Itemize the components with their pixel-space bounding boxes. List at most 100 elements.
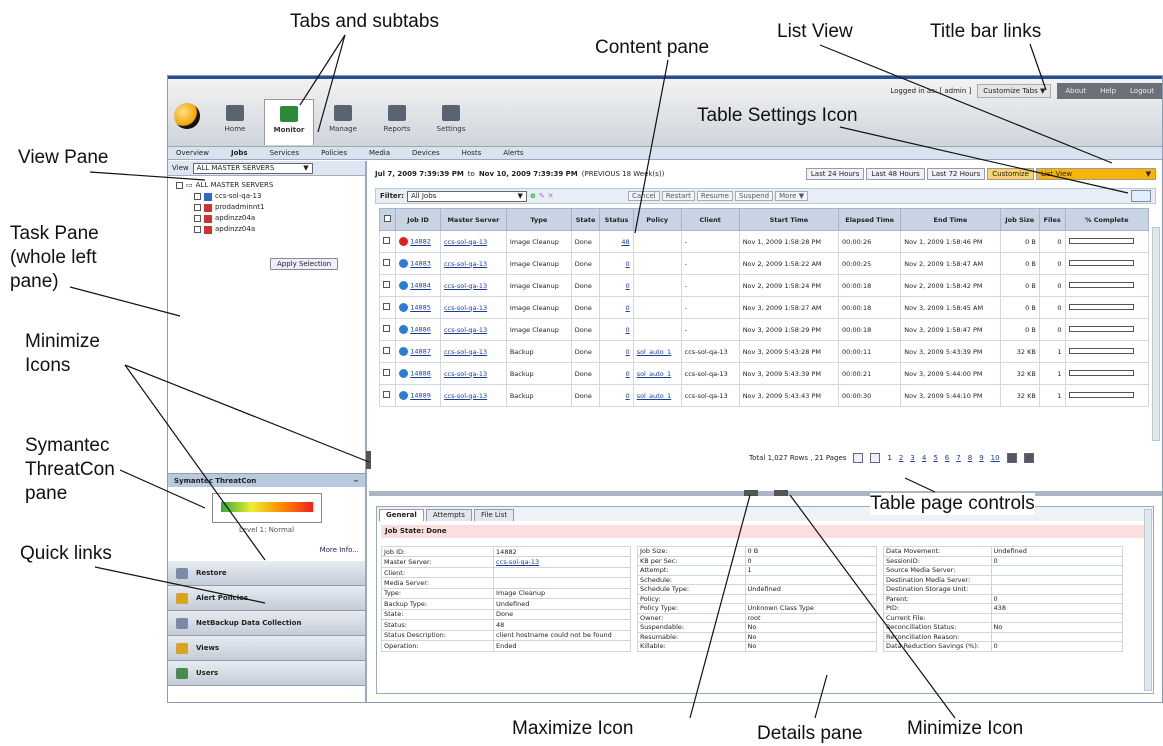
- more-info-link[interactable]: More Info...: [320, 546, 359, 554]
- job-id-link[interactable]: 14883: [410, 260, 431, 268]
- page-link[interactable]: 8: [968, 454, 972, 462]
- tab-home[interactable]: Home: [210, 99, 260, 145]
- first-page-button[interactable]: [853, 453, 864, 463]
- restart-button[interactable]: Restart: [661, 191, 695, 201]
- policy-link[interactable]: sol_auto_1: [637, 348, 671, 356]
- page-link[interactable]: 4: [922, 454, 926, 462]
- job-id-link[interactable]: 14889: [410, 392, 431, 400]
- master-server-link[interactable]: ccs-sol-qa-13: [444, 282, 487, 290]
- resume-button[interactable]: Resume: [696, 191, 733, 201]
- cell-status[interactable]: 0: [599, 252, 634, 275]
- cell-status[interactable]: 0: [599, 318, 634, 341]
- tree-server[interactable]: apdinzz04a: [176, 224, 357, 235]
- subtab-media[interactable]: Media: [369, 149, 390, 157]
- row-checkbox-cell[interactable]: [378, 384, 397, 407]
- page-link[interactable]: 6: [945, 454, 949, 462]
- status-link[interactable]: 0: [626, 260, 630, 268]
- subtab-services[interactable]: Services: [270, 149, 300, 157]
- checkbox[interactable]: [383, 237, 390, 244]
- cell-job-id[interactable]: 14885: [395, 296, 441, 319]
- checkbox[interactable]: [383, 369, 390, 376]
- col-master-server[interactable]: Master Server: [439, 208, 507, 231]
- subtab-overview[interactable]: Overview: [176, 149, 209, 157]
- col-elapsed-time[interactable]: Elapsed Time: [838, 208, 902, 231]
- status-link[interactable]: 0: [626, 348, 630, 356]
- cell-master-server[interactable]: ccs-sol-qa-13: [439, 384, 507, 407]
- cell-policy[interactable]: [632, 230, 682, 253]
- tab-settings[interactable]: Settings: [426, 99, 476, 145]
- checkbox[interactable]: [383, 259, 390, 266]
- page-link[interactable]: 7: [956, 454, 960, 462]
- job-id-link[interactable]: 14887: [410, 348, 431, 356]
- row-checkbox-cell[interactable]: [378, 296, 397, 319]
- checkbox[interactable]: [194, 204, 201, 211]
- col-percent-complete[interactable]: % Complete: [1064, 208, 1150, 231]
- range-24h-button[interactable]: Last 24 Hours: [805, 168, 865, 180]
- tab-reports[interactable]: Reports: [372, 99, 422, 145]
- cell-master-server[interactable]: ccs-sol-qa-13: [439, 274, 507, 297]
- subtab-jobs[interactable]: Jobs: [231, 149, 248, 157]
- quick-link-alert-policies[interactable]: Alert Policies: [168, 586, 365, 611]
- cell-status[interactable]: 0: [599, 296, 634, 319]
- cell-job-id[interactable]: 14886: [395, 318, 441, 341]
- tree-server[interactable]: apdinzz04a: [176, 213, 357, 224]
- col-start-time[interactable]: Start Time: [738, 208, 840, 231]
- more-button[interactable]: More ▼: [775, 191, 809, 201]
- cell-job-id[interactable]: 14887: [395, 340, 441, 363]
- policy-link[interactable]: sol_auto_1: [637, 392, 671, 400]
- status-link[interactable]: 0: [626, 392, 630, 400]
- cell-master-server[interactable]: ccs-sol-qa-13: [439, 318, 507, 341]
- table-row[interactable]: 14889 ccs-sol-qa-13 Backup Done 0 sol_auto_1 c…: [378, 384, 1150, 407]
- tab-general[interactable]: General: [379, 509, 424, 521]
- filter-select[interactable]: All Jobs ▼: [406, 190, 527, 202]
- checkbox[interactable]: [176, 182, 183, 189]
- cell-policy[interactable]: [632, 318, 682, 341]
- details-scrollbar[interactable]: [1144, 509, 1152, 691]
- col-end-time[interactable]: End Time: [900, 208, 1001, 231]
- master-server-link[interactable]: ccs-sol-qa-13: [444, 238, 487, 246]
- status-link[interactable]: 48: [621, 238, 629, 246]
- checkbox[interactable]: [384, 215, 392, 222]
- range-72h-button[interactable]: Last 72 Hours: [926, 168, 986, 180]
- row-checkbox-cell[interactable]: [378, 362, 397, 385]
- table-row[interactable]: 14883 ccs-sol-qa-13 Image Cleanup Done 0- Nov…: [378, 252, 1150, 275]
- cell-policy[interactable]: [632, 296, 682, 319]
- page-link[interactable]: 10: [991, 454, 1000, 462]
- col-state[interactable]: State: [570, 208, 601, 231]
- row-checkbox-cell[interactable]: [378, 230, 397, 253]
- about-link[interactable]: About: [1065, 87, 1086, 95]
- table-scrollbar[interactable]: [1152, 227, 1160, 441]
- policy-link[interactable]: sol_auto_1: [637, 370, 671, 378]
- status-link[interactable]: 0: [626, 304, 630, 312]
- page-link[interactable]: 5: [933, 454, 937, 462]
- maximize-icon[interactable]: [744, 490, 758, 496]
- cell-job-id[interactable]: 14884: [395, 274, 441, 297]
- prev-page-button[interactable]: [870, 453, 881, 463]
- cell-job-id[interactable]: 14888: [395, 362, 441, 385]
- col-status[interactable]: Status: [599, 208, 634, 231]
- table-row[interactable]: 14886 ccs-sol-qa-13 Image Cleanup Done 0- Nov…: [378, 318, 1150, 341]
- cell-master-server[interactable]: ccs-sol-qa-13: [439, 230, 507, 253]
- subtab-alerts[interactable]: Alerts: [503, 149, 523, 157]
- tab-attempts[interactable]: Attempts: [425, 509, 472, 521]
- tree-server[interactable]: prodadminnt1: [176, 202, 357, 213]
- quick-link-restore[interactable]: Restore: [168, 561, 365, 586]
- cancel-button[interactable]: Cancel: [628, 191, 660, 201]
- row-checkbox-cell[interactable]: [378, 274, 397, 297]
- table-row[interactable]: 14884 ccs-sol-qa-13 Image Cleanup Done 0- Nov…: [378, 274, 1150, 297]
- col-type[interactable]: Type: [505, 208, 572, 231]
- tab-monitor[interactable]: Monitor: [264, 99, 314, 145]
- job-id-link[interactable]: 14884: [410, 282, 431, 290]
- cell-job-id[interactable]: 14889: [395, 384, 441, 407]
- master-server-link[interactable]: ccs-sol-qa-13: [444, 348, 487, 356]
- checkbox[interactable]: [383, 391, 390, 398]
- table-row[interactable]: 14887 ccs-sol-qa-13 Backup Done 0 sol_auto_1 c…: [378, 340, 1150, 363]
- page-link[interactable]: 1: [887, 454, 891, 462]
- suspend-button[interactable]: Suspend: [734, 191, 774, 201]
- cell-master-server[interactable]: ccs-sol-qa-13: [439, 362, 507, 385]
- cell-policy[interactable]: [632, 252, 682, 275]
- page-link[interactable]: 2: [899, 454, 903, 462]
- checkbox[interactable]: [383, 303, 390, 310]
- subtab-hosts[interactable]: Hosts: [462, 149, 482, 157]
- help-link[interactable]: Help: [1100, 87, 1116, 95]
